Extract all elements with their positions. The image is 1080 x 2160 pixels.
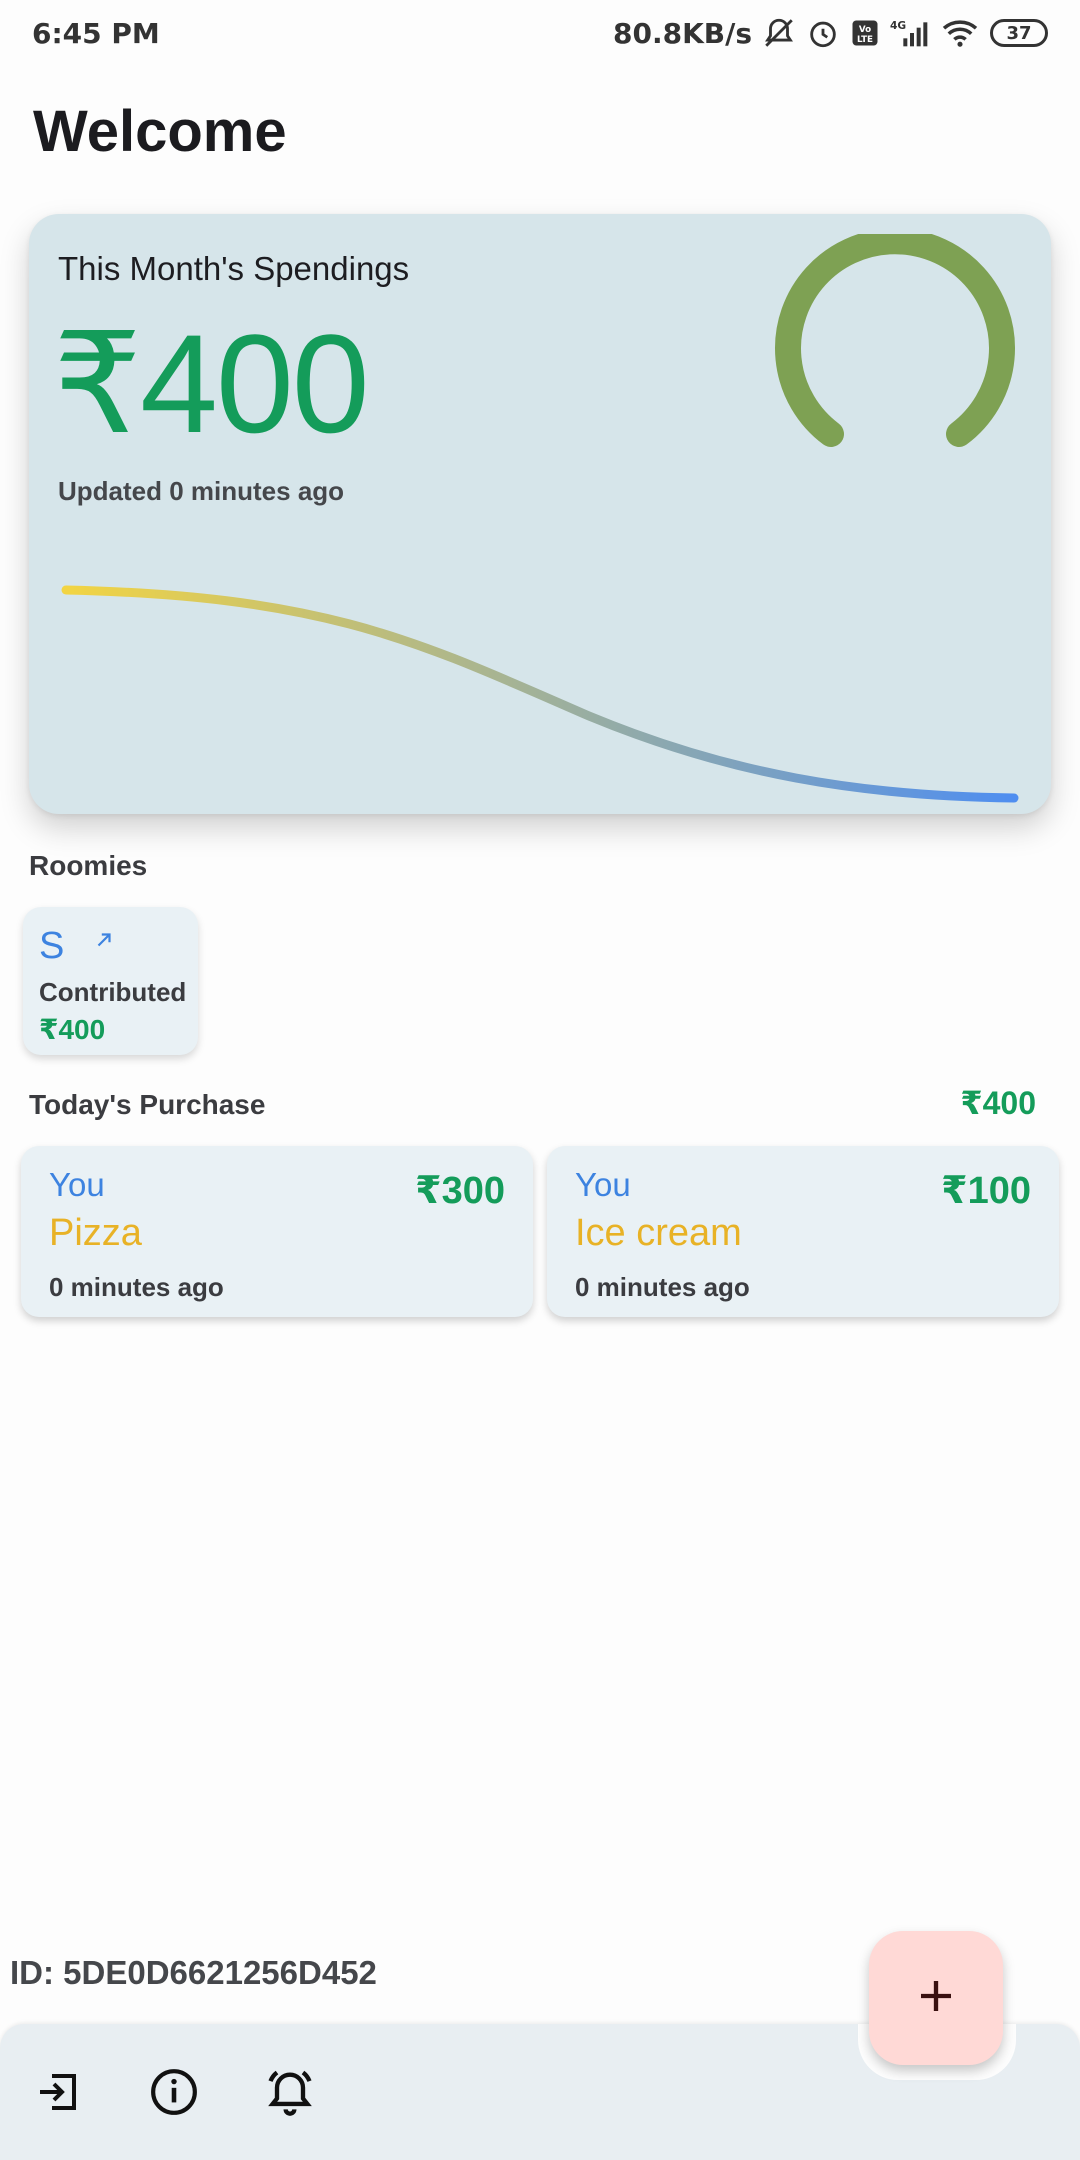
purchase-item: Pizza xyxy=(49,1212,142,1254)
spendings-title: This Month's Spendings xyxy=(58,250,410,287)
plus-icon xyxy=(916,1976,956,2021)
purchase-amount: ₹100 xyxy=(941,1170,1031,1212)
signal-icon: 4G xyxy=(890,17,930,49)
battery-icon: 37 xyxy=(990,19,1048,47)
svg-text:4G: 4G xyxy=(890,19,906,32)
purchase-time: 0 minutes ago xyxy=(575,1272,750,1302)
roomie-card[interactable]: S Contributed ₹400 xyxy=(23,907,198,1055)
status-bar: 6:45 PM 80.8KB/s Vo LTE 4G 37 xyxy=(0,0,1080,66)
alarm-icon xyxy=(806,16,840,50)
network-speed: 80.8KB/s xyxy=(612,16,752,50)
status-icons: 80.8KB/s Vo LTE 4G 37 xyxy=(613,16,1048,50)
logout-icon[interactable] xyxy=(30,2064,86,2120)
purchase-time: 0 minutes ago xyxy=(49,1272,224,1302)
roomie-amount: ₹400 xyxy=(39,1014,106,1045)
spendings-updated: Updated 0 minutes ago xyxy=(58,476,345,506)
svg-text:LTE: LTE xyxy=(857,35,873,45)
roomies-label: Roomies xyxy=(29,850,148,881)
roomie-contributed-label: Contributed xyxy=(39,977,187,1007)
alarm-bell-icon[interactable] xyxy=(262,2064,318,2120)
add-purchase-button[interactable] xyxy=(869,1931,1003,2065)
arrow-up-right-icon xyxy=(93,929,115,956)
muted-bell-icon xyxy=(762,16,796,50)
purchase-amount: ₹300 xyxy=(415,1170,505,1212)
purchase-card[interactable]: You ₹100 Ice cream 0 minutes ago xyxy=(547,1146,1059,1317)
page-title: Welcome xyxy=(33,99,287,164)
roomie-initial: S xyxy=(39,925,65,967)
spendings-card[interactable]: This Month's Spendings ₹400 Updated 0 mi… xyxy=(29,214,1051,814)
room-id: ID: 5DE0D6621256D452 xyxy=(10,1954,377,1991)
volte-icon: Vo LTE xyxy=(850,18,880,48)
purchase-total: ₹400 xyxy=(960,1085,1036,1121)
purchase-item: Ice cream xyxy=(575,1212,742,1254)
status-time: 6:45 PM xyxy=(32,16,160,50)
purchase-user: You xyxy=(49,1166,105,1203)
purchase-card[interactable]: You ₹300 Pizza 0 minutes ago xyxy=(21,1146,533,1317)
spending-trend-line xyxy=(61,585,1019,803)
svg-text:Vo: Vo xyxy=(859,25,871,35)
info-icon[interactable] xyxy=(146,2064,202,2120)
spendings-amount: ₹400 xyxy=(53,305,370,462)
spending-gauge xyxy=(775,234,1015,447)
wifi-icon xyxy=(940,17,980,49)
purchase-user: You xyxy=(575,1166,631,1203)
purchase-label: Today's Purchase xyxy=(29,1089,266,1120)
